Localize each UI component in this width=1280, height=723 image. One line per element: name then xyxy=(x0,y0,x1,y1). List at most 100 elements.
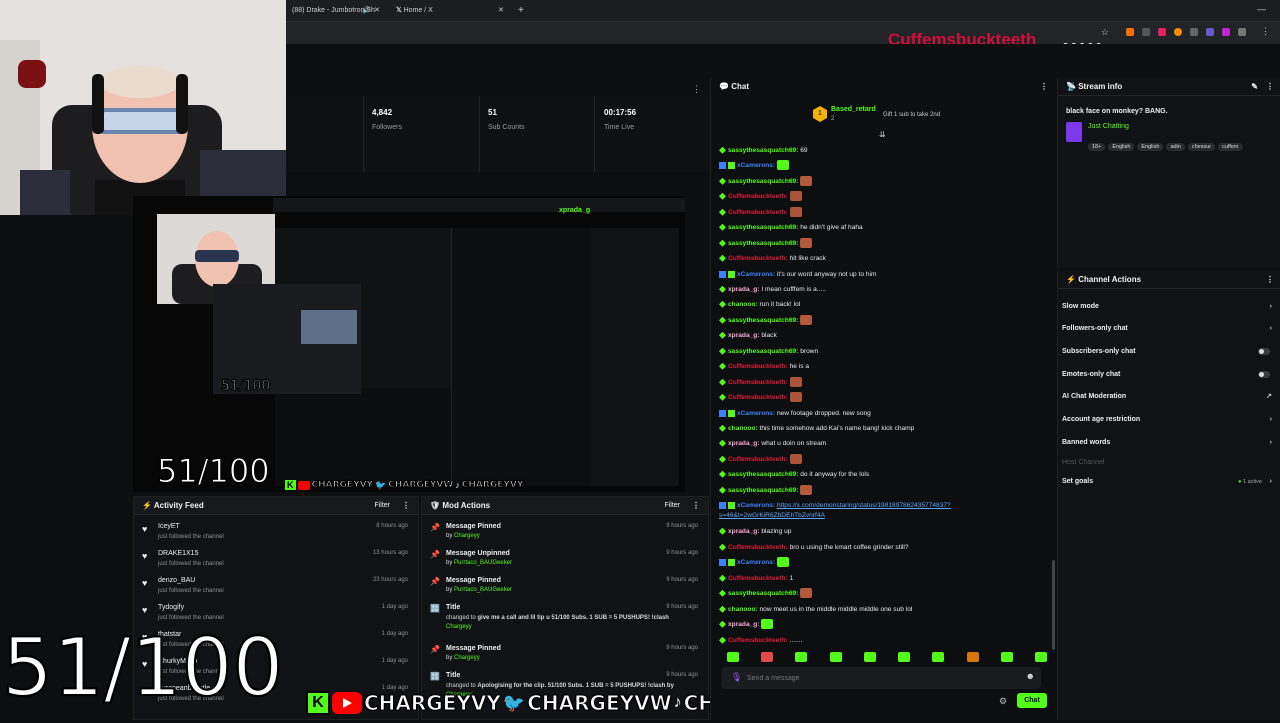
preview-viewer-name: xprada_g xyxy=(559,207,591,214)
chat-username[interactable]: xprada_g: xyxy=(728,332,760,339)
chat-username[interactable]: Cuffemsbuckteeth: xyxy=(728,379,788,386)
emote-icon[interactable] xyxy=(1000,652,1013,662)
emote-icon[interactable] xyxy=(795,652,808,662)
send-chat-button[interactable]: Chat xyxy=(1017,693,1047,708)
chat-username[interactable]: sassythesasquatch69: xyxy=(728,471,798,478)
chat-username[interactable]: xprada_g: xyxy=(728,528,760,535)
browser-tab-drake[interactable]: (88) Drake - Jumbotron Sh 🔊 ✕ xyxy=(286,0,382,22)
chat-username[interactable]: xCamerons: xyxy=(737,162,775,169)
bookmark-star-icon[interactable]: ☆ xyxy=(1101,27,1109,38)
account-age-row[interactable]: Account age restriction › xyxy=(1062,410,1274,430)
menu-dots-icon[interactable]: ⋮ xyxy=(402,497,410,515)
settings-gear-icon[interactable]: ⚙ xyxy=(999,696,1007,707)
extension-icon[interactable] xyxy=(1174,28,1182,36)
mod-actions-filter-button[interactable]: Filter xyxy=(664,497,680,515)
external-link-icon: ↗ xyxy=(1266,393,1272,400)
set-goals-row[interactable]: Set goals ● 1 active › xyxy=(1062,472,1274,492)
edit-pencil-icon[interactable]: ✎ xyxy=(1251,78,1258,96)
chat-username[interactable]: sassythesasquatch69: xyxy=(728,240,798,247)
menu-dots-icon[interactable]: ⋮ xyxy=(1266,271,1274,289)
chat-scrollbar[interactable] xyxy=(1052,560,1055,650)
chat-username[interactable]: sassythesasquatch69: xyxy=(728,224,798,231)
banned-words-row[interactable]: Banned words › xyxy=(1062,433,1274,453)
chat-username[interactable]: Cuffemsbuckteeth: xyxy=(728,575,788,582)
chat-username[interactable]: sassythesasquatch69: xyxy=(728,487,798,494)
timestamp: 8 hours ago xyxy=(376,523,408,529)
activity-feed-filter-button[interactable]: Filter xyxy=(374,497,390,515)
emote-icon[interactable] xyxy=(761,652,774,662)
action-label: Set goals xyxy=(1062,478,1094,485)
minimize-icon[interactable]: — xyxy=(1257,4,1266,14)
chat-link[interactable]: https://x.com/demonstaring/status/198189… xyxy=(777,502,951,509)
menu-dots-icon[interactable]: ⋮ xyxy=(692,84,701,95)
close-icon[interactable]: ✕ xyxy=(498,0,504,22)
chat-username[interactable]: sassythesasquatch69: xyxy=(728,590,798,597)
chat-username[interactable]: chanooo: xyxy=(728,301,758,308)
menu-dots-icon[interactable]: ⋮ xyxy=(692,497,700,515)
emote-icon[interactable] xyxy=(966,652,979,662)
chat-username[interactable]: Cuffemsbuckteeth: xyxy=(728,544,788,551)
emoji-icon[interactable]: ☻ xyxy=(1026,671,1035,681)
emote-icon[interactable] xyxy=(829,652,842,662)
category-name[interactable]: Just Chatting xyxy=(1088,123,1129,130)
chat-username[interactable]: sassythesasquatch69: xyxy=(728,317,798,324)
microphone-icon[interactable]: 🎙 xyxy=(731,672,742,683)
chat-username[interactable]: xCamerons: xyxy=(737,271,775,278)
chat-username[interactable]: xCamerons: xyxy=(737,559,775,566)
action-moderator: Chargeyy xyxy=(454,533,480,539)
extension-icon[interactable] xyxy=(1126,28,1134,36)
chat-username[interactable]: xCamerons: xyxy=(737,410,775,417)
chat-username[interactable]: Cuffemsbuckteeth: xyxy=(728,255,788,262)
chat-text: it's our word anyway not up to him xyxy=(776,271,877,278)
chat-username[interactable]: sassythesasquatch69: xyxy=(728,178,798,185)
emote-icon[interactable] xyxy=(1034,652,1047,662)
slow-mode-row[interactable]: Slow mode › xyxy=(1062,297,1274,317)
timestamp: 9 hours ago xyxy=(666,550,698,556)
chat-input-box[interactable]: 🎙 ☻ xyxy=(721,667,1041,689)
puzzle-icon[interactable] xyxy=(1238,28,1246,36)
chat-username[interactable]: sassythesasquatch69: xyxy=(728,147,798,154)
chat-username[interactable]: sassythesasquatch69: xyxy=(728,348,798,355)
chat-username[interactable]: xprada_g: xyxy=(728,286,760,293)
extension-icon[interactable] xyxy=(1206,28,1214,36)
action-title: Title xyxy=(446,672,461,679)
menu-dots-icon[interactable]: ⋮ xyxy=(1261,26,1270,37)
chat-username[interactable]: Cuffemsbuckteeth: xyxy=(728,209,788,216)
emote-icon[interactable] xyxy=(863,652,876,662)
extension-icon[interactable] xyxy=(1142,28,1150,36)
stream-info-panel: 📡 Stream info ✎ ⋮ black face on monkey? … xyxy=(1057,78,1280,268)
chat-input[interactable] xyxy=(747,671,1007,685)
chat-text: he didn't give af haha xyxy=(800,224,863,231)
chat-username[interactable]: Cuffemsbuckteeth: xyxy=(728,193,788,200)
emotes-only-toggle[interactable] xyxy=(1258,371,1270,378)
x-logo-icon: 𝕏 xyxy=(396,7,402,14)
chat-username[interactable]: Cuffemsbuckteeth: xyxy=(728,456,788,463)
emote-icon[interactable] xyxy=(898,652,911,662)
chat-username[interactable]: chanooo: xyxy=(728,606,758,613)
emote-icon[interactable] xyxy=(727,652,739,662)
chat-username[interactable]: Cuffemsbuckteeth: xyxy=(728,363,788,370)
action-label: Emotes-only chat xyxy=(1062,371,1121,378)
subscribers-only-toggle[interactable] xyxy=(1258,348,1270,355)
chat-username[interactable]: xprada_g: xyxy=(728,621,760,628)
chat-message: Cuffemsbuckteeth: hit like crack xyxy=(719,253,826,265)
subscriber-badge-icon xyxy=(719,486,726,494)
ai-moderation-row[interactable]: AI Chat Moderation ↗ xyxy=(1062,387,1274,407)
action-moderator: Purrtaco_BAUGeeker xyxy=(454,560,513,566)
chat-username[interactable]: chanooo: xyxy=(728,425,758,432)
close-icon[interactable]: ✕ xyxy=(374,0,380,22)
chat-username[interactable]: Cuffemsbuckteeth: xyxy=(728,394,788,401)
chat-username[interactable]: Cuffemsbuckteeth: xyxy=(728,637,788,644)
new-tab-button[interactable]: + xyxy=(512,0,524,22)
chat-username[interactable]: xprada_g: xyxy=(728,440,760,447)
extension-icon[interactable] xyxy=(1158,28,1166,36)
extension-icon[interactable] xyxy=(1190,28,1198,36)
chat-link[interactable]: s=46&t=2wGrKiR6ZbDEhTbZvnrf4A xyxy=(719,512,825,519)
followers-only-row[interactable]: Followers-only chat › xyxy=(1062,319,1274,339)
extension-icon[interactable] xyxy=(1222,28,1230,36)
emote-icon[interactable] xyxy=(932,652,945,662)
speaker-icon: 🔊 xyxy=(362,7,371,14)
chat-username[interactable]: xCamerons: xyxy=(737,502,775,509)
menu-dots-icon[interactable]: ⋮ xyxy=(1266,78,1274,96)
browser-tab-x[interactable]: 𝕏 Home / X ✕ xyxy=(390,0,508,22)
